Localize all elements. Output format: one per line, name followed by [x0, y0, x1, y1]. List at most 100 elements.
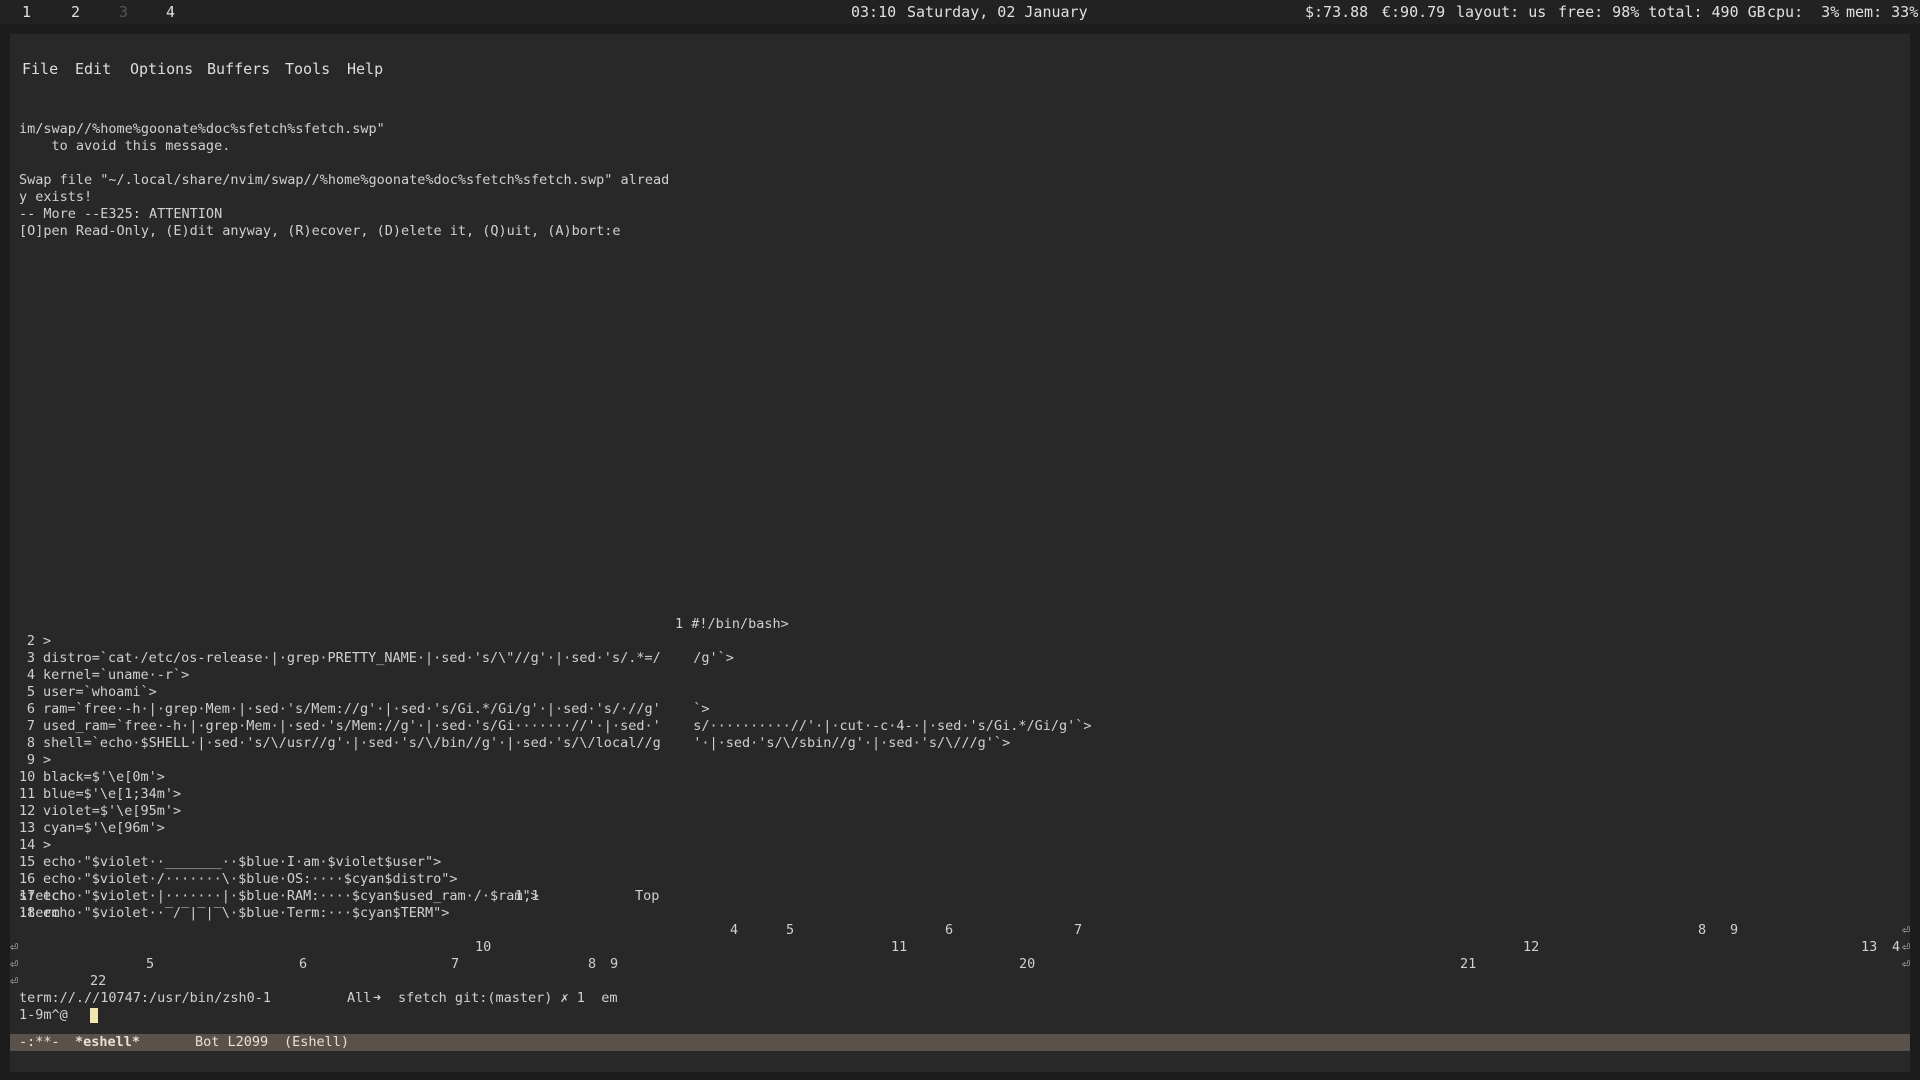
modeline-position: Bot L2099 — [195, 1034, 269, 1050]
code-line: 7 used_ram=`free·-h·|·grep·Mem·|·sed·'s/M… — [19, 718, 1092, 735]
modeline-state: -:**- — [19, 1034, 60, 1050]
message-line: y exists! — [19, 189, 93, 205]
menu-options[interactable]: Options — [130, 57, 193, 81]
line-number: 3 — [26, 650, 35, 666]
code-line: 12 violet=$'\e[95m'> — [19, 803, 181, 820]
ruler-num: 5 — [786, 922, 795, 938]
menu-tools[interactable]: Tools — [285, 57, 330, 81]
line-number: 6 — [26, 701, 35, 717]
code-text: shell=`echo·$SHELL·|·sed·'s/\/usr//g'·|·… — [43, 735, 1011, 751]
ruler-num: 7 — [1074, 922, 1083, 938]
line-number: 9 — [26, 752, 35, 768]
code-text: echo·"$violet·/·······\·$blue·OS:····$cy… — [43, 871, 458, 887]
code-text: echo·"$violet··‾/‾|‾|‾\·$blue·Term:···$c… — [43, 905, 450, 921]
line-number: 12 — [19, 803, 36, 819]
clock-date: Saturday, 02 January — [907, 3, 1088, 21]
workspace-3[interactable]: 3 — [119, 0, 128, 24]
shell-input[interactable]: 1-9m^@ — [19, 1007, 68, 1024]
ruler-num: 8 — [1698, 922, 1707, 938]
code-text: distro=`cat·/etc/os-release·|·grep·PRETT… — [43, 650, 734, 666]
code-line: 13 cyan=$'\e[96m'> — [19, 820, 165, 837]
clock-time: 03:10 — [851, 3, 897, 21]
code-text: > — [43, 752, 52, 768]
code-line: 4 kernel=`uname·-r`> — [19, 667, 189, 684]
menu-bar: File Edit Options Buffers Tools Help — [10, 57, 1910, 81]
ruler-num: 21 — [1460, 956, 1477, 972]
ruler-num: 4 — [730, 922, 739, 938]
vim-status-position: 1,1 — [515, 888, 540, 904]
terminal-scroll-all: All — [347, 990, 372, 1006]
ruler-num: 20 — [1019, 956, 1036, 972]
code-line: 2 > — [19, 633, 51, 650]
mem-usage: mem: 33% — [1846, 3, 1919, 21]
code-text: ram=`free·-h·|·grep·Mem·|·sed·'s/Mem://g… — [43, 701, 710, 717]
mode-line: -:**- *eshell* Bot L2099 (Eshell) — [10, 1034, 1910, 1051]
ruler-num: 6 — [299, 956, 308, 972]
code-text: kernel=`uname·-r`> — [43, 667, 190, 683]
code-line: 14 > — [19, 837, 51, 854]
message-line: to avoid this message. — [19, 138, 231, 154]
code-text: echo·"$violet·|·······|·$blue·RAM:····$c… — [43, 888, 539, 904]
vim-command-line: :term — [19, 905, 60, 921]
code-line: 6 ram=`free·-h·|·grep·Mem·|·sed·'s/Mem://… — [19, 701, 710, 718]
menu-edit[interactable]: Edit — [75, 57, 111, 81]
ruler-num: 8 — [588, 956, 597, 972]
code-text: > — [43, 837, 52, 853]
cpu-usage: cpu: 3% — [1767, 3, 1840, 21]
vim-status-filename: sfetch — [19, 888, 68, 904]
wrap-arrow-icon: ⏎ — [1902, 939, 1911, 955]
ruler-num: 11 — [891, 939, 908, 955]
code-line: 8 shell=`echo·$SHELL·|·sed·'s/\/usr//g'·|… — [19, 735, 1010, 752]
code-text: echo·"$violet··_______··$blue·I·am·$viol… — [43, 854, 442, 870]
modeline-major-mode[interactable]: (Eshell) — [284, 1034, 349, 1051]
vim-status-scroll: Top — [635, 888, 660, 904]
disk-usage: free: 98% total: 490 GB — [1558, 3, 1766, 21]
menu-help[interactable]: Help — [347, 57, 383, 81]
wrap-arrow-icon: ⏎ — [10, 939, 19, 955]
code-text: violet=$'\e[95m'> — [43, 803, 182, 819]
message-line: Swap file "~/.local/share/nvim/swap//%ho… — [19, 172, 670, 188]
message-line: [O]pen Read-Only, (E)dit anyway, (R)ecov… — [19, 223, 621, 239]
ruler-num: 9 — [1730, 922, 1739, 938]
prompt-arrow-icon: ➜ — [373, 990, 382, 1006]
code-text: > — [43, 633, 52, 649]
message-line: im/swap//%home%goonate%doc%sfetch%sfetch… — [19, 121, 385, 137]
line-number: 16 — [19, 871, 36, 887]
workspace-1[interactable]: 1 — [22, 0, 31, 24]
modeline-buffer-name[interactable]: *eshell* — [75, 1034, 140, 1051]
ruler-num: 7 — [451, 956, 460, 972]
top-bar: 1 2 3 4 03:10 Saturday, 02 January $:73.… — [0, 0, 1920, 24]
menu-buffers[interactable]: Buffers — [207, 57, 270, 81]
ruler-num: 12 — [1523, 939, 1540, 955]
workspace-2[interactable]: 2 — [71, 0, 80, 24]
line-number: 10 — [19, 769, 36, 785]
message-line: -- More --E325: ATTENTION — [19, 206, 223, 222]
ruler-num: 9 — [610, 956, 619, 972]
wrap-arrow-icon: ⏎ — [1902, 956, 1911, 972]
workspace-4[interactable]: 4 — [166, 0, 175, 24]
wrap-arrow-icon: ⏎ — [1902, 922, 1911, 938]
line-number: 8 — [26, 735, 35, 751]
code-line: 3 distro=`cat·/etc/os-release·|·grep·PRET… — [19, 650, 734, 667]
ruler-num: 13 — [1861, 939, 1878, 955]
line-number: 4 — [26, 667, 35, 683]
line-number: 5 — [26, 684, 35, 700]
code-text: user=`whoami`> — [43, 684, 157, 700]
code-line: 17 echo·"$violet·|·······|·$blue·RAM:····… — [19, 888, 539, 905]
text-cursor — [90, 1008, 98, 1023]
ruler-num: 10 — [475, 939, 492, 955]
code-line: 15 echo·"$violet··_______··$blue·I·am·$vi… — [19, 854, 441, 871]
code-line: 18 echo·"$violet··‾/‾|‾|‾\·$blue·Term:···… — [19, 905, 449, 922]
line-number: 2 — [26, 633, 35, 649]
eur-rate: €:90.79 — [1382, 3, 1446, 21]
line-number: 11 — [19, 786, 36, 802]
code-line-1: 1 #!/bin/bash> — [675, 616, 789, 632]
menu-file[interactable]: File — [22, 57, 58, 81]
terminal-uri: term://.//10747:/usr/bin/zsh0-1 — [19, 990, 271, 1006]
code-text: blue=$'\e[1;34m'> — [43, 786, 182, 802]
usd-rate: $:73.88 — [1305, 3, 1369, 21]
line-number: 15 — [19, 854, 36, 870]
code-line: 11 blue=$'\e[1;34m'> — [19, 786, 181, 803]
keyboard-layout: layout: us — [1456, 3, 1547, 21]
code-line: 10 black=$'\e[0m'> — [19, 769, 165, 786]
